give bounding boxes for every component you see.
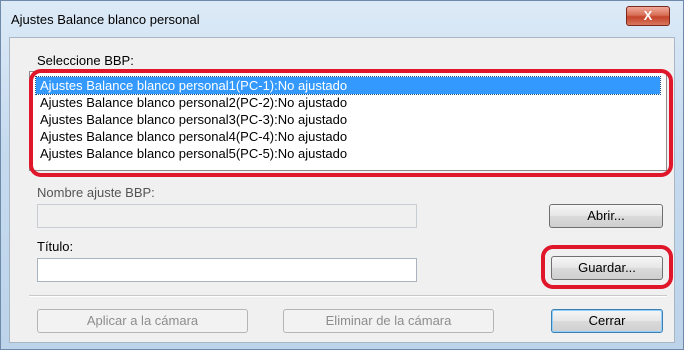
separator-line	[29, 295, 667, 297]
dialog-window: Ajustes Balance blanco personal X Selecc…	[0, 0, 684, 350]
window-title: Ajustes Balance blanco personal	[11, 12, 200, 27]
apply-to-camera-button[interactable]: Aplicar a la cámara	[37, 309, 248, 333]
close-button[interactable]: Cerrar	[551, 309, 663, 333]
title-label: Título:	[37, 239, 74, 254]
open-button[interactable]: Abrir...	[549, 204, 663, 228]
list-item-pc5[interactable]: Ajustes Balance blanco personal5(PC-5):N…	[36, 145, 660, 162]
title-bar[interactable]: Ajustes Balance blanco personal X	[1, 1, 683, 37]
list-item-pc1[interactable]: Ajustes Balance blanco personal1(PC-1):N…	[35, 76, 661, 95]
list-item-pc3[interactable]: Ajustes Balance blanco personal3(PC-3):N…	[36, 111, 660, 128]
bbp-name-field[interactable]	[37, 204, 417, 228]
list-item-pc4[interactable]: Ajustes Balance blanco personal4(PC-4):N…	[36, 128, 660, 145]
title-input[interactable]	[37, 258, 417, 282]
bbp-listbox[interactable]: Ajustes Balance blanco personal1(PC-1):N…	[29, 71, 667, 171]
list-item-pc2[interactable]: Ajustes Balance blanco personal2(PC-2):N…	[36, 94, 660, 111]
save-button[interactable]: Guardar...	[551, 256, 663, 280]
delete-from-camera-button[interactable]: Eliminar de la cámara	[283, 309, 494, 333]
bbp-name-label: Nombre ajuste BBP:	[37, 185, 155, 200]
close-window-button[interactable]: X	[626, 6, 670, 26]
select-bbp-label: Seleccione BBP:	[37, 53, 134, 68]
